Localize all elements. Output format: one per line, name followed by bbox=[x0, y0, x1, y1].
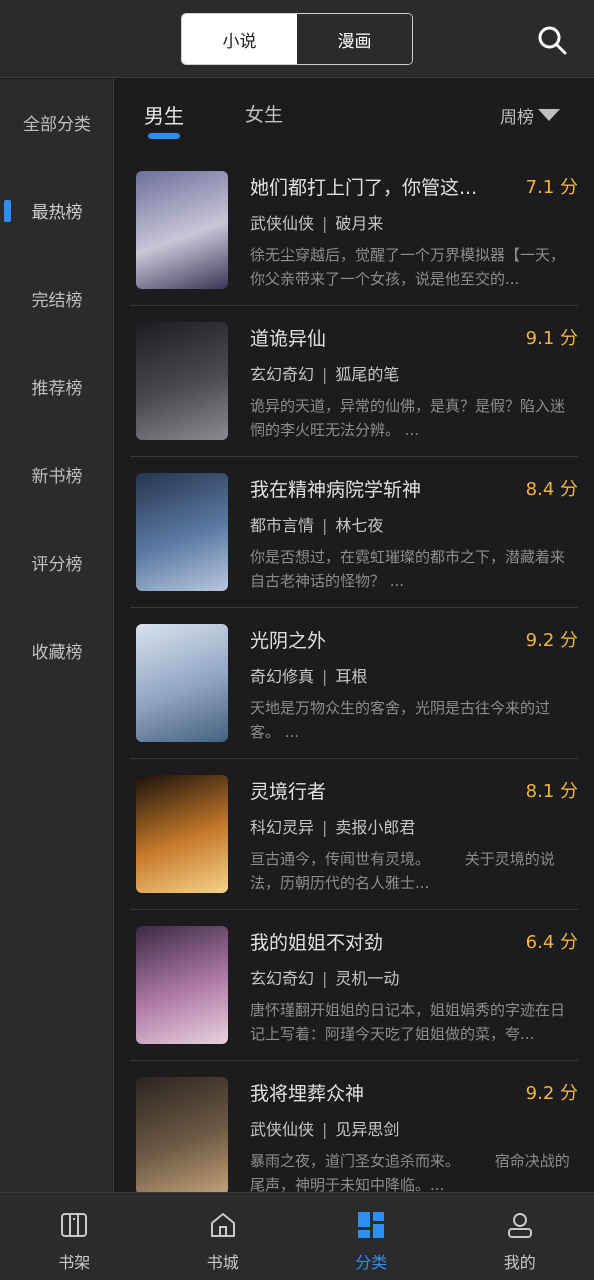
book-author: 灵机一动 bbox=[335, 969, 400, 988]
book-description: 诡异的天道，异常的仙佛，是真？是假？陷入迷惘的李火旺无法分辨。 ... bbox=[250, 397, 566, 439]
book-meta: 都市言情 | 林七夜 bbox=[250, 512, 383, 536]
book-meta: 玄幻奇幻 | 灵机一动 bbox=[250, 965, 399, 989]
book-author: 耳根 bbox=[335, 667, 368, 686]
book-description: 亘古通今，传闻世有灵境。 关于灵境的说法，历朝历代的名人雅士... bbox=[250, 850, 555, 892]
home-icon bbox=[210, 1213, 235, 1237]
book-description: 你是否想过，在霓虹璀璨的都市之下，潜藏着来自古老神话的怪物？ ... bbox=[250, 548, 566, 590]
book-score: 7.1 分 bbox=[525, 177, 578, 198]
sidebar-item-new-books[interactable]: 新书榜 bbox=[0, 454, 114, 494]
book-score: 9.2 分 bbox=[525, 630, 578, 651]
book-meta: 玄幻奇幻 | 狐尾的笔 bbox=[250, 361, 399, 385]
book-item[interactable]: 她们都打上门了，你管这... 7.1 分武侠仙侠 | 破月来徐无尘穿越后，觉醒了一个万… bbox=[130, 155, 578, 306]
tab-comic[interactable]: 漫画 bbox=[297, 14, 412, 64]
meta-separator: | bbox=[322, 818, 328, 837]
book-item[interactable]: 我的姐姐不对劲 6.4 分玄幻奇幻 | 灵机一动唐怀瑾翻开姐姐的日记本，姐姐娟秀的字迹… bbox=[130, 910, 578, 1061]
book-meta: 武侠仙侠 | 见异思剑 bbox=[250, 1116, 399, 1140]
book-item[interactable]: 道诡异仙 9.1 分玄幻奇幻 | 狐尾的笔诡异的天道，异常的仙佛，是真？是假？陷入迷惘… bbox=[130, 306, 578, 457]
book-score: 9.1 分 bbox=[525, 328, 578, 349]
sidebar-item-label: 最热榜 bbox=[31, 202, 83, 223]
meta-separator: | bbox=[322, 516, 328, 535]
book-title: 灵境行者 bbox=[250, 781, 327, 803]
tab-female[interactable]: 女生 bbox=[245, 100, 283, 130]
nav-category[interactable]: 分类 bbox=[297, 1193, 446, 1280]
bookshelf-icon bbox=[61, 1213, 88, 1237]
sidebar-item-recommended[interactable]: 推荐榜 bbox=[0, 366, 114, 406]
book-score: 6.4 分 bbox=[525, 932, 578, 953]
book-genre: 都市言情 bbox=[250, 516, 315, 535]
content-type-switch: 小说 漫画 bbox=[181, 13, 413, 65]
book-genre: 奇幻修真 bbox=[250, 667, 315, 686]
nav-bookshelf[interactable]: 书架 bbox=[0, 1193, 149, 1280]
sidebar-item-completed[interactable]: 完结榜 bbox=[0, 278, 114, 318]
rank-period-label: 周榜 bbox=[500, 107, 534, 128]
book-genre: 玄幻奇幻 bbox=[250, 365, 315, 384]
book-author: 狐尾的笔 bbox=[335, 365, 400, 384]
book-score: 8.1 分 bbox=[525, 781, 578, 802]
book-title: 我将埋葬众神 bbox=[250, 1083, 365, 1105]
book-cover-image[interactable] bbox=[136, 1077, 228, 1195]
book-author: 见异思剑 bbox=[335, 1120, 400, 1139]
book-score: 9.2 分 bbox=[525, 1083, 578, 1104]
book-cover-image[interactable] bbox=[136, 926, 228, 1044]
book-cover-image[interactable] bbox=[136, 322, 228, 440]
sidebar-item-all-categories[interactable]: 全部分类 bbox=[0, 102, 114, 142]
dropdown-triangle-icon bbox=[538, 109, 560, 121]
book-author: 卖报小郎君 bbox=[335, 818, 416, 837]
sidebar-item-hottest[interactable]: 最热榜 bbox=[0, 190, 114, 230]
meta-separator: | bbox=[322, 1120, 328, 1139]
nav-profile[interactable]: 我的 bbox=[446, 1193, 594, 1280]
book-meta: 奇幻修真 | 耳根 bbox=[250, 663, 367, 687]
active-indicator bbox=[4, 200, 11, 222]
book-author: 破月来 bbox=[335, 214, 384, 233]
book-genre: 武侠仙侠 bbox=[250, 214, 315, 233]
sidebar-item-favorites[interactable]: 收藏榜 bbox=[0, 630, 114, 670]
book-description: 徐无尘穿越后，觉醒了一个万界模拟器【一天，你父亲带来了一个女孩，说是他至交的..… bbox=[250, 246, 566, 288]
book-genre: 玄幻奇幻 bbox=[250, 969, 315, 988]
book-title: 我的姐姐不对劲 bbox=[250, 932, 384, 954]
meta-separator: | bbox=[322, 667, 328, 686]
nav-label: 分类 bbox=[355, 1253, 388, 1272]
meta-separator: | bbox=[322, 365, 328, 384]
book-description: 唐怀瑾翻开姐姐的日记本，姐姐娟秀的字迹在日记上写着：阿瑾今天吃了姐姐做的菜，夸.… bbox=[250, 1001, 566, 1043]
rank-period-dropdown[interactable]: 周榜 bbox=[500, 102, 560, 128]
book-item[interactable]: 我将埋葬众神 9.2 分武侠仙侠 | 见异思剑暴雨之夜，道门圣女追杀而来。 宿命决战的… bbox=[130, 1061, 578, 1212]
book-cover-image[interactable] bbox=[136, 473, 228, 591]
book-description: 天地是万物众生的客舍，光阴是古往今来的过客。 ... bbox=[250, 699, 551, 741]
book-score: 8.4 分 bbox=[525, 479, 578, 500]
book-genre: 科幻灵异 bbox=[250, 818, 315, 837]
book-cover-image[interactable] bbox=[136, 775, 228, 893]
meta-separator: | bbox=[322, 969, 328, 988]
book-title: 我在精神病院学斩神 bbox=[250, 479, 422, 501]
tab-underline bbox=[148, 133, 180, 139]
nav-label: 书城 bbox=[206, 1253, 239, 1272]
book-item[interactable]: 我在精神病院学斩神 8.4 分都市言情 | 林七夜你是否想过，在霓虹璀璨的都市之下，潜… bbox=[130, 457, 578, 608]
top-bar: 小说 漫画 bbox=[0, 0, 594, 78]
meta-separator: | bbox=[322, 214, 328, 233]
profile-icon bbox=[507, 1213, 532, 1238]
book-description: 暴雨之夜，道门圣女追杀而来。 宿命决战的尾声，神明于未知中降临。... bbox=[250, 1152, 570, 1194]
book-item[interactable]: 光阴之外 9.2 分奇幻修真 | 耳根天地是万物众生的客舍，光阴是古往今来的过客。 .… bbox=[130, 608, 578, 759]
nav-label: 我的 bbox=[503, 1253, 536, 1272]
sidebar-item-rating[interactable]: 评分榜 bbox=[0, 542, 114, 582]
book-genre: 武侠仙侠 bbox=[250, 1120, 315, 1139]
book-title: 光阴之外 bbox=[250, 630, 327, 652]
book-cover-image[interactable] bbox=[136, 171, 228, 289]
book-cover-image[interactable] bbox=[136, 624, 228, 742]
book-title: 道诡异仙 bbox=[250, 328, 327, 350]
book-meta: 武侠仙侠 | 破月来 bbox=[250, 210, 383, 234]
nav-label: 书架 bbox=[58, 1253, 91, 1272]
bottom-nav: 书架 书城 分类 我的 bbox=[0, 1192, 594, 1280]
category-icon bbox=[358, 1212, 385, 1238]
category-sidebar: 全部分类 最热榜 完结榜 推荐榜 新书榜 评分榜 收藏榜 bbox=[0, 79, 114, 1192]
book-title: 她们都打上门了，你管这... bbox=[250, 177, 478, 199]
tab-male[interactable]: 男生 bbox=[144, 100, 184, 130]
book-author: 林七夜 bbox=[335, 516, 384, 535]
book-list: 她们都打上门了，你管这... 7.1 分武侠仙侠 | 破月来徐无尘穿越后，觉醒了一个万… bbox=[130, 155, 578, 1212]
tab-novel[interactable]: 小说 bbox=[182, 14, 297, 64]
book-item[interactable]: 灵境行者 8.1 分科幻灵异 | 卖报小郎君亘古通今，传闻世有灵境。 关于灵境的说法，… bbox=[130, 759, 578, 910]
search-icon[interactable] bbox=[536, 24, 568, 56]
book-meta: 科幻灵异 | 卖报小郎君 bbox=[250, 814, 415, 838]
nav-bookstore[interactable]: 书城 bbox=[149, 1193, 298, 1280]
